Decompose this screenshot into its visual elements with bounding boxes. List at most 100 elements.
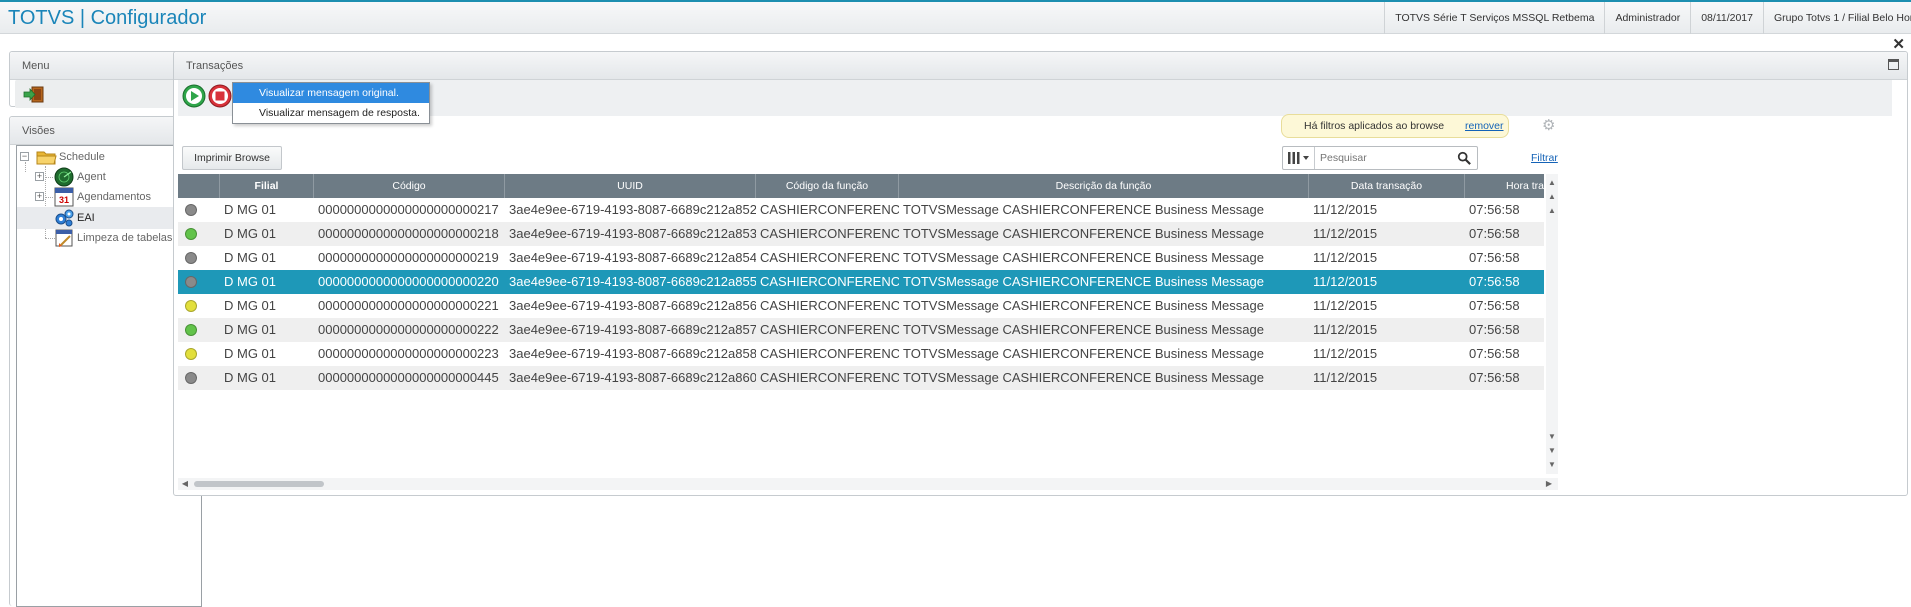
scroll-right-icon[interactable]: ▶: [1544, 479, 1554, 489]
gear-icon[interactable]: ⚙: [1542, 118, 1558, 134]
expand-icon[interactable]: +: [35, 192, 44, 201]
descricao-cell: TOTVSMessage CASHIERCONFERENCE Business …: [903, 202, 1264, 217]
action-toolbar: [178, 80, 1892, 116]
status-cell: [178, 342, 220, 366]
remove-filter-link[interactable]: remover: [1465, 115, 1504, 137]
scroll-left-icon[interactable]: ◀: [180, 479, 190, 489]
status-cell: [178, 246, 220, 270]
column-header-codigo[interactable]: Código: [314, 174, 505, 198]
exit-icon[interactable]: [23, 86, 45, 103]
column-header-cod-funcao[interactable]: Código da função: [756, 174, 899, 198]
views-panel-title: Visões: [10, 117, 200, 145]
scroll-down-page-icon[interactable]: ▼: [1547, 432, 1557, 442]
status-cell: [178, 198, 220, 222]
horizontal-scroll-thumb[interactable]: [194, 481, 324, 487]
expand-icon[interactable]: +: [35, 172, 44, 181]
uuid-cell: 3ae4e9ee-6719-4193-8087-6689c212a853: [509, 226, 756, 241]
status-cell: [178, 222, 220, 246]
table-row[interactable]: D MG 01 0000000000000000000000221 3ae4e9ee…: [178, 294, 1544, 318]
filial-cell: D MG 01: [224, 202, 277, 217]
column-header-hora[interactable]: Hora tra: [1465, 174, 1544, 198]
filial-cell: D MG 01: [224, 250, 277, 265]
transactions-grid: Filial Código UUID Código da função Desc…: [178, 174, 1544, 474]
table-row[interactable]: D MG 01 0000000000000000000000223 3ae4e9ee…: [178, 342, 1544, 366]
hora-cell: 07:56:58: [1469, 346, 1520, 361]
cod-funcao-cell: CASHIERCONFERENCE: [760, 298, 899, 313]
stop-icon[interactable]: [208, 84, 232, 108]
uuid-cell: 3ae4e9ee-6719-4193-8087-6689c212a857: [509, 322, 756, 337]
codigo-cell: 0000000000000000000000220: [318, 274, 499, 289]
uuid-cell: 3ae4e9ee-6719-4193-8087-6689c212a855: [509, 274, 756, 289]
scroll-top-icon[interactable]: ▲: [1547, 178, 1557, 188]
cod-funcao-cell: CASHIERCONFERENCE: [760, 202, 899, 217]
cod-funcao-cell: CASHIERCONFERENCE: [760, 370, 899, 385]
hora-cell: 07:56:58: [1469, 298, 1520, 313]
uuid-cell: 3ae4e9ee-6719-4193-8087-6689c212a852: [509, 202, 756, 217]
menu-item-view-response[interactable]: Visualizar mensagem de resposta.: [233, 103, 429, 123]
collapse-icon[interactable]: −: [20, 152, 29, 161]
column-header-filial[interactable]: Filial: [220, 174, 314, 198]
scroll-up-icon[interactable]: ▲: [1547, 192, 1557, 202]
codigo-cell: 0000000000000000000000217: [318, 202, 499, 217]
transactions-panel: Transações Visualizar mensagem original.…: [173, 51, 1908, 496]
codigo-cell: 0000000000000000000000222: [318, 322, 499, 337]
play-icon[interactable]: [182, 84, 206, 108]
column-header-status[interactable]: [178, 174, 220, 198]
data-cell: 11/12/2015: [1313, 226, 1378, 241]
search-icon[interactable]: [1457, 151, 1471, 165]
table-row[interactable]: D MG 01 0000000000000000000000445 3ae4e9ee…: [178, 366, 1544, 390]
table-row[interactable]: D MG 01 0000000000000000000000219 3ae4e9ee…: [178, 246, 1544, 270]
filial-cell: D MG 01: [224, 346, 277, 361]
column-header-data[interactable]: Data transação: [1309, 174, 1465, 198]
descricao-cell: TOTVSMessage CASHIERCONFERENCE Business …: [903, 250, 1264, 265]
scroll-bottom-icon[interactable]: ▼: [1547, 460, 1557, 470]
table-row[interactable]: D MG 01 0000000000000000000000222 3ae4e9ee…: [178, 318, 1544, 342]
columns-selector[interactable]: [1283, 147, 1315, 169]
minimize-icon[interactable]: [1888, 59, 1899, 70]
status-dot-icon: [185, 228, 197, 240]
horizontal-scrollbar[interactable]: ◀ ▶: [178, 478, 1558, 490]
calendar-icon: 31: [54, 187, 74, 207]
date-label[interactable]: 08/11/2017: [1690, 2, 1763, 34]
codigo-cell: 0000000000000000000000445: [318, 370, 499, 385]
tree-label: Schedule: [59, 151, 105, 163]
tree-label: EAI: [77, 212, 95, 224]
table-row[interactable]: D MG 01 0000000000000000000000218 3ae4e9ee…: [178, 222, 1544, 246]
data-cell: 11/12/2015: [1313, 322, 1378, 337]
status-dot-icon: [185, 300, 197, 312]
print-browse-button[interactable]: Imprimir Browse: [182, 146, 282, 170]
codigo-cell: 0000000000000000000000218: [318, 226, 499, 241]
folder-icon: [36, 151, 57, 165]
company-label[interactable]: Grupo Totvs 1 / Filial Belo Hor: [1763, 2, 1911, 34]
filter-notice-text: Há filtros aplicados ao browse: [1304, 120, 1445, 132]
environment-label[interactable]: TOTVS Série T Serviços MSSQL Retbema: [1384, 2, 1604, 34]
vertical-scrollbar[interactable]: ▲ ▲ ▲ ▼ ▼ ▼: [1546, 174, 1558, 474]
codigo-cell: 0000000000000000000000221: [318, 298, 499, 313]
data-cell: 11/12/2015: [1313, 274, 1378, 289]
filter-link[interactable]: Filtrar: [1531, 152, 1558, 164]
data-cell: 11/12/2015: [1313, 370, 1378, 385]
transactions-panel-title: Transações: [174, 52, 1907, 80]
status-cell: [178, 318, 220, 342]
hora-cell: 07:56:58: [1469, 370, 1520, 385]
status-cell: [178, 366, 220, 390]
table-row[interactable]: D MG 01 0000000000000000000000217 3ae4e9ee…: [178, 198, 1544, 222]
menu-item-view-original[interactable]: Visualizar mensagem original.: [233, 83, 429, 103]
svg-text:31: 31: [59, 195, 69, 205]
status-dot-icon: [185, 348, 197, 360]
scroll-up-page-icon[interactable]: ▲: [1547, 206, 1557, 216]
app-title: TOTVS | Configurador: [8, 7, 207, 29]
context-menu: Visualizar mensagem original. Visualizar…: [232, 82, 430, 124]
scroll-down-icon[interactable]: ▼: [1547, 446, 1557, 456]
table-row[interactable]: D MG 01 0000000000000000000000220 3ae4e9ee…: [178, 270, 1544, 294]
columns-icon: [1288, 152, 1309, 164]
column-header-descricao[interactable]: Descrição da função: [899, 174, 1309, 198]
cod-funcao-cell: CASHIERCONFERENCE: [760, 346, 899, 361]
user-label[interactable]: Administrador: [1604, 2, 1690, 34]
search-input[interactable]: [1320, 149, 1450, 167]
grid-header: Filial Código UUID Código da função Desc…: [178, 174, 1544, 198]
codigo-cell: 0000000000000000000000223: [318, 346, 499, 361]
hora-cell: 07:56:58: [1469, 274, 1520, 289]
column-header-uuid[interactable]: UUID: [505, 174, 756, 198]
data-cell: 11/12/2015: [1313, 250, 1378, 265]
